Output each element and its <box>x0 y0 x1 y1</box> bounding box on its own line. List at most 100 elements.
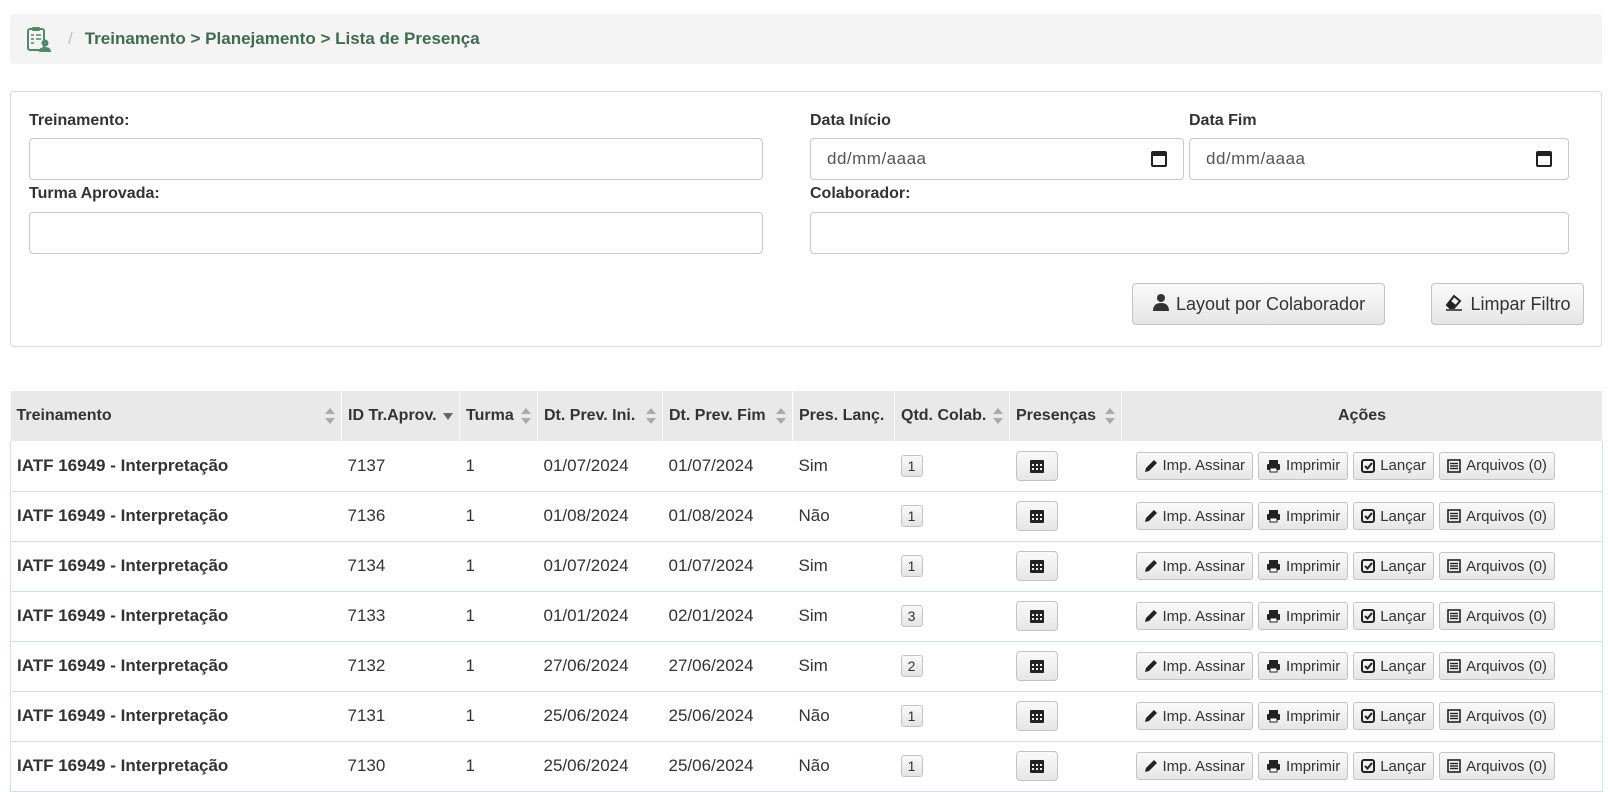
imprimir-button[interactable]: Imprimir <box>1258 552 1349 580</box>
arquivos-label: Arquivos (0) <box>1466 557 1547 575</box>
col-presencas[interactable]: Presenças <box>1009 391 1122 441</box>
imp-assinar-button[interactable]: Imp. Assinar <box>1135 451 1254 480</box>
sort-icon[interactable] <box>1105 408 1115 424</box>
imprimir-button[interactable]: Imprimir <box>1258 752 1349 780</box>
sort-desc-icon[interactable] <box>443 408 453 424</box>
colaborador-input[interactable] <box>810 212 1569 254</box>
sort-icon[interactable] <box>646 408 656 424</box>
turma-cell: 1 <box>459 641 538 692</box>
list-alt-icon <box>1447 659 1461 673</box>
arquivos-button[interactable]: Arquivos (0) <box>1439 451 1555 480</box>
dt-ini-cell: 01/07/2024 <box>537 541 663 592</box>
lancar-button[interactable]: Lançar <box>1353 502 1435 530</box>
presencas-button[interactable] <box>1015 551 1058 581</box>
table-row: IATF 16949 - Interpretação 7136 1 01/08/… <box>10 491 1603 542</box>
sort-icon[interactable] <box>776 408 786 424</box>
imprimir-button[interactable]: Imprimir <box>1258 451 1349 480</box>
turma-cell: 1 <box>459 541 538 592</box>
lancar-button[interactable]: Lançar <box>1353 602 1435 630</box>
calendar-icon[interactable] <box>1536 151 1552 167</box>
arquivos-label: Arquivos (0) <box>1466 657 1547 675</box>
imprimir-label: Imprimir <box>1286 457 1341 475</box>
treinamento-cell: IATF 16949 - Interpretação <box>10 641 342 692</box>
col-dt-prev-ini[interactable]: Dt. Prev. Ini. <box>537 391 663 441</box>
col-dt-prev-fim[interactable]: Dt. Prev. Fim <box>662 391 793 441</box>
calendar-icon <box>1029 610 1044 623</box>
qtd-colab-badge: 1 <box>900 705 923 727</box>
lancar-button[interactable]: Lançar <box>1353 652 1435 680</box>
col-id-tr-aprov[interactable]: ID Tr.Aprov. <box>341 391 460 441</box>
presencas-cell <box>1009 541 1122 592</box>
pres-lanc-cell: Sim <box>792 591 895 642</box>
dt-ini-cell: 25/06/2024 <box>537 691 663 742</box>
calendar-icon <box>1029 510 1044 523</box>
arquivos-button[interactable]: Arquivos (0) <box>1439 552 1555 580</box>
sort-icon[interactable] <box>521 408 531 424</box>
arquivos-button[interactable]: Arquivos (0) <box>1439 602 1555 630</box>
id-cell: 7133 <box>341 591 460 642</box>
breadcrumb-path[interactable]: Treinamento > Planejamento > Lista de Pr… <box>85 29 480 49</box>
col-qtd-colab[interactable]: Qtd. Colab. <box>894 391 1010 441</box>
presencas-button[interactable] <box>1015 501 1058 531</box>
pencil-icon <box>1144 459 1157 472</box>
presenca-table: Treinamento ID Tr.Aprov. Turma Dt. Prev.… <box>10 391 1603 792</box>
col-treinamento[interactable]: Treinamento <box>10 391 342 441</box>
arquivos-button[interactable]: Arquivos (0) <box>1439 502 1555 530</box>
dt-fim-cell: 25/06/2024 <box>662 691 793 742</box>
pencil-icon <box>1144 610 1157 622</box>
treinamento-input[interactable] <box>29 138 763 180</box>
col-turma[interactable]: Turma <box>459 391 538 441</box>
treinamento-cell: IATF 16949 - Interpretação <box>10 491 342 542</box>
presencas-button[interactable] <box>1015 450 1058 481</box>
layout-colaborador-button[interactable]: Layout por Colaborador <box>1132 283 1385 325</box>
sort-icon[interactable] <box>325 408 335 424</box>
imp-assinar-button[interactable]: Imp. Assinar <box>1135 552 1254 580</box>
lancar-label: Lançar <box>1380 657 1427 675</box>
layout-colaborador-label: Layout por Colaborador <box>1175 293 1366 314</box>
data-fim-input[interactable]: dd/mm/aaaa <box>1189 138 1569 180</box>
turma-cell: 1 <box>459 691 538 742</box>
imprimir-button[interactable]: Imprimir <box>1258 602 1349 630</box>
presencas-button[interactable] <box>1015 701 1058 731</box>
data-inicio-input[interactable]: dd/mm/aaaa <box>810 138 1184 180</box>
dt-ini-cell: 01/07/2024 <box>537 441 663 492</box>
turma-input[interactable] <box>29 212 763 254</box>
imprimir-button[interactable]: Imprimir <box>1258 502 1349 530</box>
turma-cell: 1 <box>459 441 538 492</box>
col-pres-lanc: Pres. Lanç. <box>792 391 895 441</box>
arquivos-button[interactable]: Arquivos (0) <box>1439 652 1555 680</box>
pencil-icon <box>1144 760 1157 772</box>
presencas-button[interactable] <box>1015 751 1058 781</box>
pencil-icon <box>1144 560 1157 572</box>
lancar-button[interactable]: Lançar <box>1353 451 1435 480</box>
imprimir-button[interactable]: Imprimir <box>1258 702 1349 730</box>
treinamento-label: Treinamento: <box>29 112 130 129</box>
filter-panel: Treinamento: Data Início dd/mm/aaaa Data… <box>10 91 1602 347</box>
user-icon <box>1152 293 1170 316</box>
imp-assinar-button[interactable]: Imp. Assinar <box>1135 602 1254 630</box>
lancar-button[interactable]: Lançar <box>1353 752 1435 780</box>
table-row: IATF 16949 - Interpretação 7133 1 01/01/… <box>10 591 1603 642</box>
lancar-label: Lançar <box>1380 757 1427 775</box>
imp-assinar-button[interactable]: Imp. Assinar <box>1135 652 1254 680</box>
imp-assinar-button[interactable]: Imp. Assinar <box>1135 752 1254 780</box>
lancar-button[interactable]: Lançar <box>1353 702 1435 730</box>
pres-lanc-cell: Não <box>792 691 895 742</box>
imp-assinar-button[interactable]: Imp. Assinar <box>1135 702 1254 730</box>
list-alt-icon <box>1447 709 1461 723</box>
limpar-filtro-button[interactable]: Limpar Filtro <box>1431 283 1584 325</box>
calendar-icon[interactable] <box>1151 151 1167 167</box>
presencas-button[interactable] <box>1015 601 1058 631</box>
id-cell: 7134 <box>341 541 460 592</box>
arquivos-button[interactable]: Arquivos (0) <box>1439 702 1555 730</box>
imp-assinar-button[interactable]: Imp. Assinar <box>1135 502 1254 530</box>
presenca-table-wrap: Treinamento ID Tr.Aprov. Turma Dt. Prev.… <box>10 391 1603 792</box>
imprimir-button[interactable]: Imprimir <box>1258 652 1349 680</box>
arquivos-button[interactable]: Arquivos (0) <box>1439 752 1555 780</box>
presencas-button[interactable] <box>1015 651 1058 681</box>
dt-fim-cell: 01/07/2024 <box>662 541 793 592</box>
printer-icon <box>1267 610 1281 623</box>
sort-icon[interactable] <box>993 408 1003 424</box>
presencas-cell <box>1009 591 1122 642</box>
lancar-button[interactable]: Lançar <box>1353 552 1435 580</box>
